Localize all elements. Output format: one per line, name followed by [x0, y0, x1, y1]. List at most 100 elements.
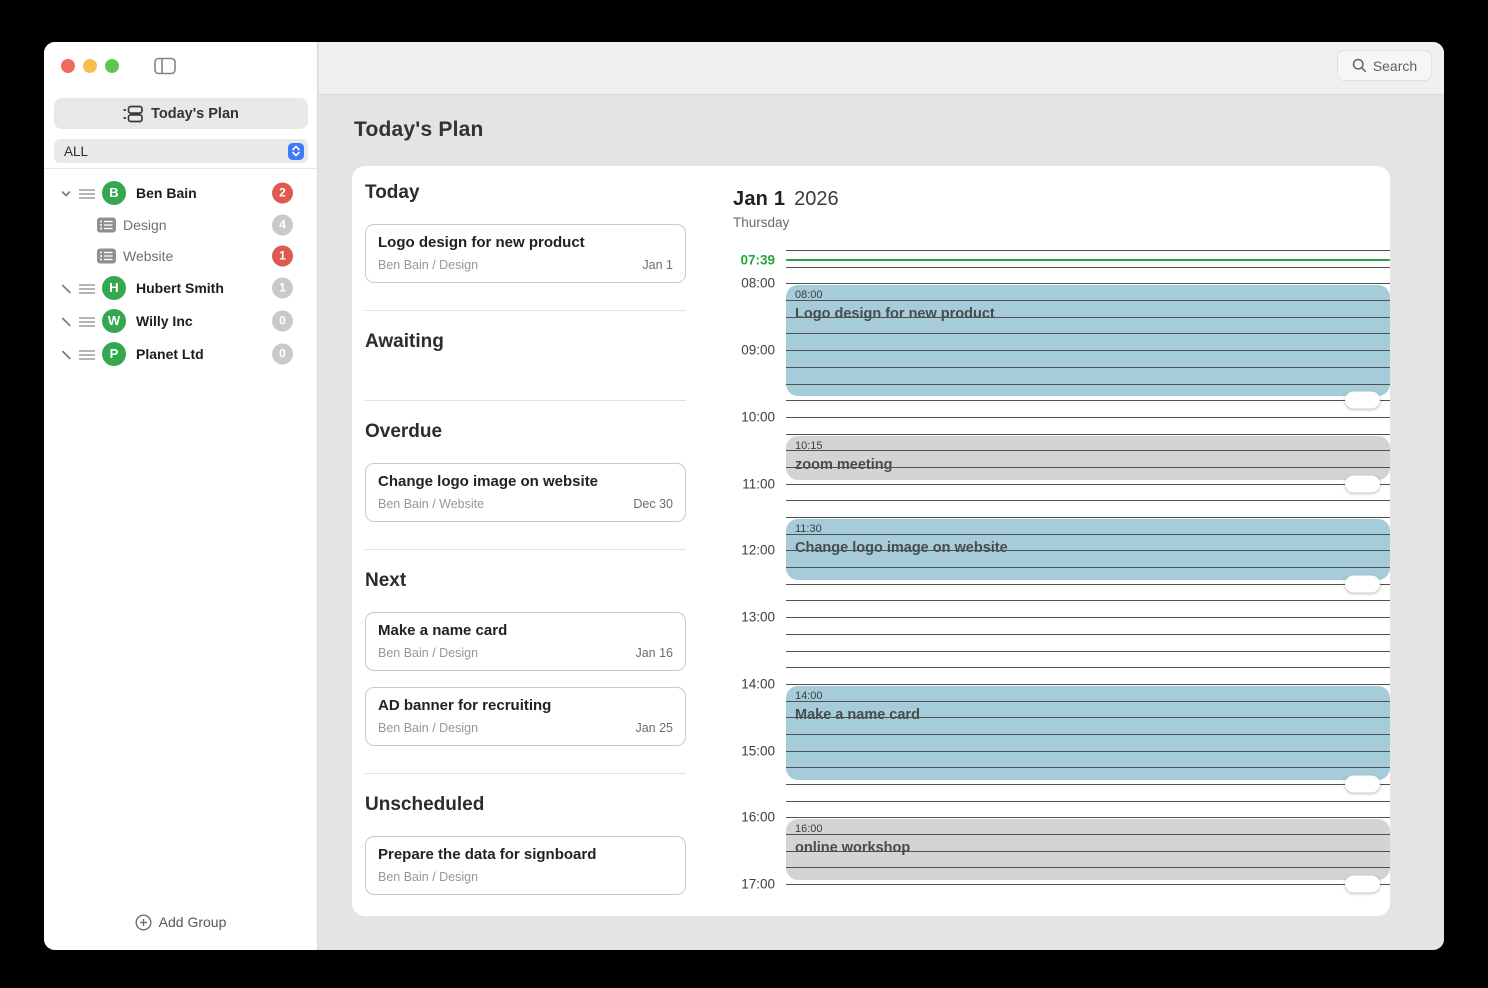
- grid-line: [786, 750, 1390, 752]
- event-title: zoom meeting: [795, 456, 893, 473]
- task-card[interactable]: AD banner for recruiting Ben Bain / Desig…: [365, 687, 686, 746]
- event-resize-handle[interactable]: [1345, 475, 1380, 493]
- event-title: Change logo image on website: [795, 540, 1008, 556]
- task-title: AD banner for recruiting: [378, 697, 552, 714]
- task-card[interactable]: Change logo image on website Ben Bain / W…: [365, 463, 686, 522]
- grid-line: [786, 400, 1390, 402]
- select-stepper-icon: [288, 142, 304, 160]
- search-button-label: Search: [1372, 57, 1418, 74]
- calendar-event[interactable]: 11:30 Change logo image on website: [786, 519, 1390, 580]
- section-title: Unscheduled: [365, 794, 485, 815]
- chevron-right-icon[interactable]: [60, 315, 72, 327]
- grid-line: [786, 500, 1390, 502]
- minimize-window-button[interactable]: [83, 59, 97, 73]
- avatar: B: [102, 180, 126, 205]
- task-assignee: Ben Bain / Design: [378, 258, 479, 272]
- sidebar-group-ben-bain[interactable]: B Ben Bain 2: [44, 176, 317, 209]
- add-group-label: Add Group: [158, 914, 227, 930]
- section-title: Next: [365, 570, 407, 591]
- event-resize-handle[interactable]: [1345, 391, 1380, 409]
- grid-line: [786, 350, 1390, 352]
- page-title: Today's Plan: [354, 118, 484, 141]
- grid-line: [786, 567, 1390, 569]
- calendar-event[interactable]: 08:00 Logo design for new product: [786, 285, 1390, 397]
- app-window: Today's Plan ALL B Ben Bain 2 Design 4 Webs…: [44, 42, 1444, 950]
- task-due-date: Jan 1: [642, 258, 673, 272]
- chevron-down-icon[interactable]: [60, 187, 72, 199]
- close-window-button[interactable]: [61, 59, 75, 73]
- drag-handle-icon[interactable]: [78, 282, 96, 294]
- plan-icon: [123, 105, 143, 122]
- grid-line: [786, 867, 1390, 869]
- hour-label: 17:00: [741, 876, 775, 892]
- calendar-date-day: Jan 1: [733, 188, 786, 210]
- grid-line: [786, 416, 1390, 418]
- grid-line: [786, 850, 1390, 852]
- group-filter-value: ALL: [64, 143, 89, 159]
- section-today: Today Logo design for new product Ben Bain…: [365, 166, 686, 311]
- hour-label: 16:00: [741, 809, 775, 825]
- drag-handle-icon[interactable]: [78, 315, 96, 327]
- sidebar-toggle-icon[interactable]: [154, 57, 176, 75]
- grid-line: [786, 884, 1390, 886]
- search-icon: [1352, 58, 1366, 73]
- grid-line: [786, 483, 1390, 485]
- task-card[interactable]: Prepare the data for signboard Ben Bain /…: [365, 836, 686, 895]
- grid-line: [786, 784, 1390, 785]
- section-title: Today: [365, 182, 420, 203]
- event-title: online workshop: [795, 840, 911, 857]
- chevron-right-icon[interactable]: [60, 348, 72, 360]
- task-card[interactable]: Logo design for new product Ben Bain / De…: [365, 224, 686, 283]
- add-icon: [135, 913, 152, 931]
- grid-line: [786, 383, 1390, 385]
- count-badge: 1: [272, 245, 293, 266]
- task-assignee: Ben Bain / Design: [378, 721, 479, 735]
- count-badge: 0: [272, 343, 293, 364]
- chevron-right-icon[interactable]: [60, 282, 72, 294]
- grid-line: [786, 517, 1390, 518]
- add-group-button[interactable]: Add Group: [44, 908, 317, 936]
- hour-label: 13:00: [741, 609, 775, 625]
- main-content: Today's Plan Today Logo design for new pr…: [319, 96, 1444, 950]
- task-card[interactable]: Make a name card Ben Bain / Design Jan 16: [365, 612, 686, 671]
- task-assignee: Ben Bain / Design: [378, 870, 479, 884]
- grid-line: [786, 834, 1390, 836]
- sidebar-group-hubert-smith[interactable]: H Hubert Smith 1: [44, 271, 317, 304]
- project-list-icon: [97, 217, 116, 232]
- calendar-event[interactable]: 10:15 zoom meeting: [786, 435, 1390, 480]
- event-resize-handle[interactable]: [1345, 575, 1380, 593]
- todays-plan-button[interactable]: Today's Plan: [54, 98, 308, 129]
- toolbar: Search: [319, 42, 1444, 95]
- event-resize-handle[interactable]: [1345, 875, 1380, 893]
- grid-line: [786, 800, 1390, 802]
- sidebar-divider: [44, 168, 317, 169]
- grid-line: [786, 617, 1390, 619]
- grid-line: [786, 733, 1390, 735]
- sidebar-group-willy-inc[interactable]: W Willy Inc 0: [44, 304, 317, 337]
- hour-label: 08:00: [741, 275, 775, 291]
- sidebar: Today's Plan ALL B Ben Bain 2 Design 4 Webs…: [44, 42, 318, 950]
- sidebar-group-planet-ltd[interactable]: P Planet Ltd 0: [44, 337, 317, 370]
- event-resize-handle[interactable]: [1345, 775, 1380, 793]
- group-filter-select[interactable]: ALL: [54, 139, 308, 163]
- group-name: Willy Inc: [136, 312, 193, 329]
- grid-line: [786, 717, 1390, 719]
- zoom-window-button[interactable]: [105, 59, 119, 73]
- hour-label: 10:00: [741, 409, 775, 425]
- sidebar-project-website[interactable]: Website 1: [44, 240, 317, 271]
- grid-line: [786, 316, 1390, 318]
- calendar-event[interactable]: 16:00 online workshop: [786, 819, 1390, 881]
- search-button[interactable]: Search: [1337, 50, 1432, 81]
- group-name: Planet Ltd: [136, 345, 204, 362]
- hour-label: 15:00: [741, 743, 775, 759]
- grid-line: [786, 250, 1390, 251]
- task-due-date: Jan 25: [635, 721, 673, 735]
- group-name: Ben Bain: [136, 184, 197, 201]
- drag-handle-icon[interactable]: [78, 348, 96, 360]
- event-title: Logo design for new product: [795, 306, 995, 323]
- task-title: Logo design for new product: [378, 234, 585, 251]
- drag-handle-icon[interactable]: [78, 187, 96, 199]
- grid-line: [786, 300, 1390, 302]
- task-meta-row: Ben Bain / Design Jan 25: [378, 721, 673, 735]
- sidebar-project-design[interactable]: Design 4: [44, 209, 317, 240]
